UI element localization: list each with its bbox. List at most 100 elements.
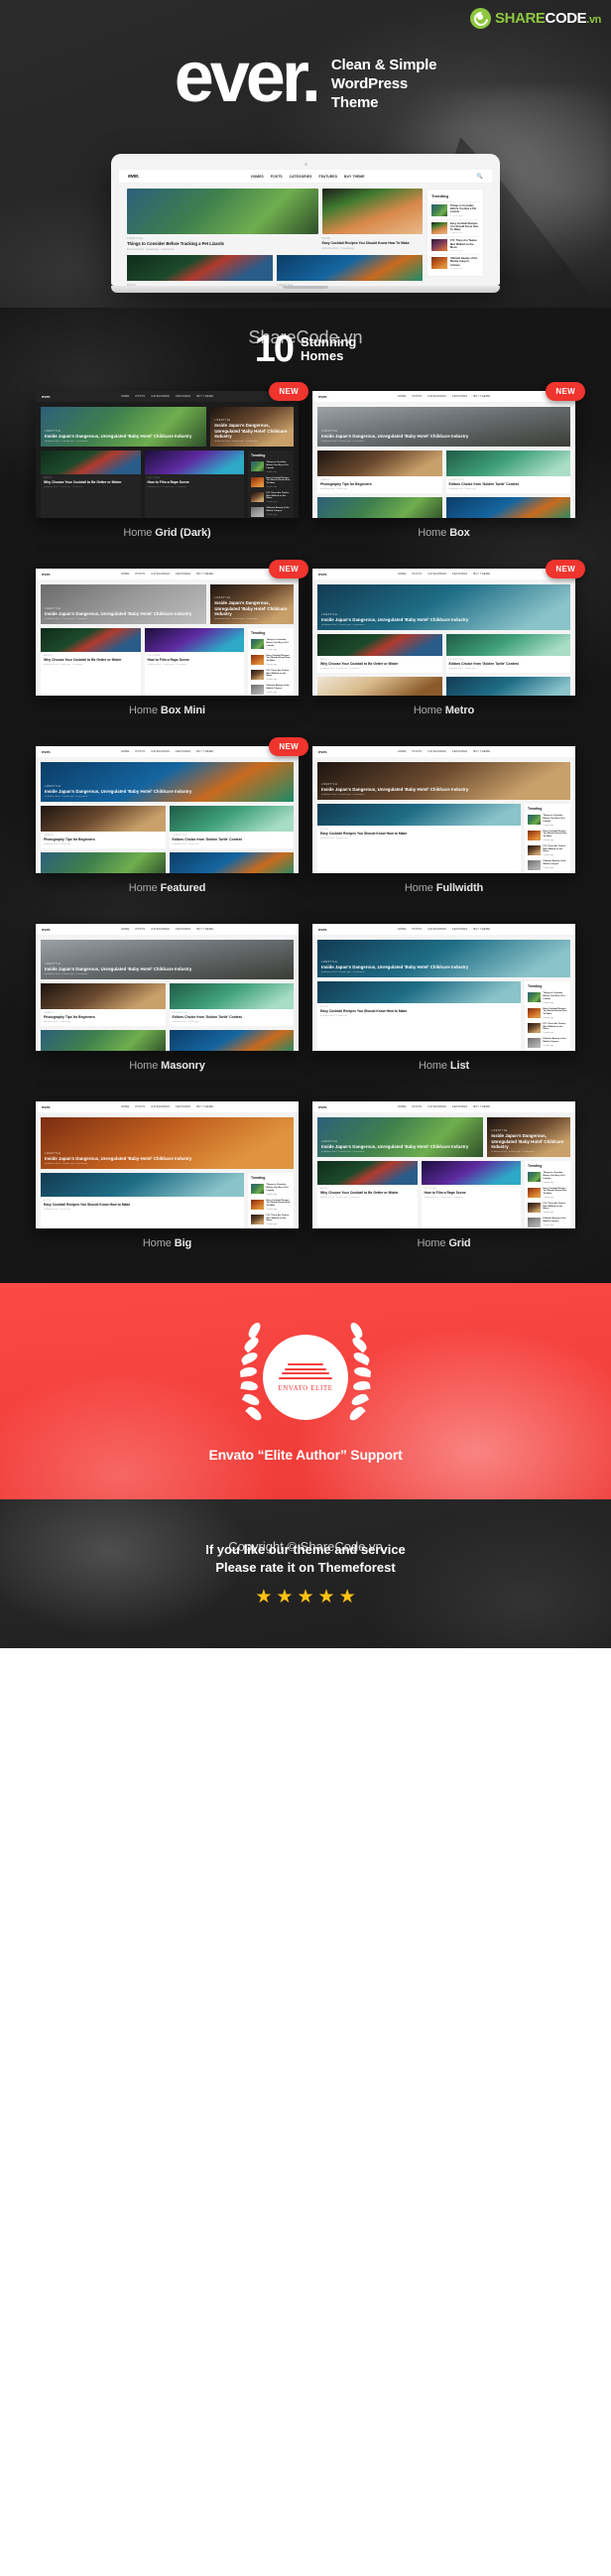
demo-hero-post[interactable]: LIFESTYLE Inside Japan's Dangerous, Unreg…	[317, 1117, 484, 1158]
laptop-menu-item-features[interactable]: FEATURES	[319, 175, 338, 179]
demo-menu-item[interactable]: POSTS	[412, 395, 422, 398]
demo-post-card[interactable]: SPACEEpic Aurora Borealis Images from NA…	[169, 1030, 294, 1052]
demo-hero-title[interactable]: Inside Japan's Dangerous, Unregulated 'B…	[321, 1144, 477, 1149]
demo-menu-item[interactable]: HOME	[398, 395, 407, 398]
demo-menu-item[interactable]: CATEGORIES	[151, 395, 170, 398]
demo-hero-title[interactable]: Inside Japan's Dangerous, Unregulated 'B…	[45, 434, 200, 439]
demo-menu-item[interactable]: FEATURES	[176, 928, 190, 931]
list-item[interactable]: Things to Consider Before You Buy a Pet …	[251, 1182, 291, 1197]
demo-hero-title[interactable]: Inside Japan's Dangerous, Unregulated 'B…	[45, 966, 288, 971]
demo-preview-frame[interactable]: ever. HOME POSTS CATEGORIES FEATURES BUY THEM…	[36, 391, 299, 519]
demo-site-logo[interactable]: ever.	[318, 1104, 327, 1109]
demo-preview-frame[interactable]: ever. HOME POSTS CATEGORIES FEATURES BUY THEM…	[36, 924, 299, 1052]
demo-site-logo[interactable]: ever.	[318, 927, 327, 932]
demo-menu-item[interactable]: BUY THEME	[196, 395, 213, 398]
demo-menu-item[interactable]: CATEGORIES	[428, 573, 446, 576]
demo-menu-item[interactable]: HOME	[121, 750, 130, 753]
laptop-featured-title[interactable]: Things to Consider Before Tracking a Pet…	[127, 241, 318, 247]
demo-post-card[interactable]: FOODEasy Cocktail Recipes You Should Kno…	[317, 981, 521, 1052]
demo-menu-item[interactable]: FEATURES	[176, 750, 190, 753]
demo-post-card[interactable]: TRAVELUltimate Beauty of the Marble Cany…	[317, 497, 442, 519]
demo-post-card[interactable]: CULTURE How to Film a Rape Scene by Andrew…	[144, 451, 244, 519]
list-item[interactable]: Things to Consider Before You Buy a Pet …	[251, 459, 291, 474]
demo-hero-post[interactable]: LIFESTYLE Inside Japan's Dangerous, Unreg…	[317, 584, 570, 631]
demo-menu-item[interactable]: POSTS	[412, 928, 422, 931]
demo-post-card[interactable]: SPACEEpic Aurora Borealis Images from NA…	[169, 852, 294, 874]
demo-menu-item[interactable]: POSTS	[135, 573, 145, 576]
list-item[interactable]: FYI: There Are Twelve Men Walked on the …	[251, 668, 291, 683]
demo-post-card[interactable]: TRAVEL Photography Tips for Beginners by A…	[41, 983, 166, 1027]
demo-hero-post[interactable]: LIFESTYLE Inside Japan's Dangerous, Unreg…	[41, 762, 294, 803]
demo-cell-grid-dark[interactable]: NEW ever. HOME POSTS CATEGORIES FEATURES BUY T…	[36, 382, 308, 539]
demo-menu-item[interactable]: BUY THEME	[196, 750, 213, 753]
demo-menu-item[interactable]: POSTS	[135, 928, 145, 931]
demo-cell-fullwidth[interactable]: ever. HOME POSTS CATEGORIES FEATURES BUY THEM…	[312, 746, 575, 894]
list-item[interactable]: Ultimate Beauty of the Marble Canyon3 we…	[528, 858, 567, 872]
list-item[interactable]: Things to Consider Before You Buy a Pet …	[431, 201, 479, 219]
list-item[interactable]: Ultimate Beauty of the Marble Canyon3 we…	[528, 1036, 567, 1050]
demo-cell-featured[interactable]: NEW ever. HOME POSTS CATEGORIES FEATURES BUY T…	[36, 737, 308, 894]
demo-menu-item[interactable]: POSTS	[135, 750, 145, 753]
list-item[interactable]: Easy Cocktail Recipes You Should Know Ho…	[251, 653, 291, 668]
demo-site-logo[interactable]: ever.	[318, 749, 327, 754]
demo-menu-item[interactable]: CATEGORIES	[151, 573, 170, 576]
star-icon[interactable]: ★	[255, 1588, 272, 1607]
list-item[interactable]: Easy Cocktail Recipes You Should Know Ho…	[528, 829, 567, 843]
demo-menu-item[interactable]: FEATURES	[452, 573, 467, 576]
demo-hero-title[interactable]: Inside Japan's Dangerous, Unregulated 'B…	[321, 434, 564, 439]
demo-preview-frame[interactable]: ever. HOME POSTS CATEGORIES FEATURES BUY THEM…	[36, 569, 299, 697]
demo-hero-title[interactable]: Inside Japan's Dangerous, Unregulated 'B…	[321, 787, 564, 792]
demo-post-title[interactable]: Why Choose Your Cocktail to Be Getter or…	[44, 480, 138, 484]
demo-post-title[interactable]: Easy Cocktail Recipes You Should Know Ho…	[320, 832, 518, 836]
list-item[interactable]: Things to Consider Before You Buy a Pet …	[528, 813, 567, 828]
list-item[interactable]: Things to Consider Before You Buy a Pet …	[251, 637, 291, 652]
demo-site-logo[interactable]: ever.	[42, 394, 51, 399]
demo-menu-item[interactable]: FEATURES	[452, 1105, 467, 1108]
demo-post-title[interactable]: How to Film a Rape Scene	[425, 1191, 519, 1195]
demo-menu-item[interactable]: BUY THEME	[196, 573, 213, 576]
demo-menu-item[interactable]: CATEGORIES	[428, 750, 446, 753]
demo-post-title[interactable]: How to Film a Rape Scene	[148, 480, 242, 484]
demo-post-title[interactable]: Why Choose Your Cocktail to Be Getter or…	[320, 662, 439, 666]
laptop-card-photography[interactable]: MUSIC Photography Tips for Beginners by …	[127, 255, 273, 286]
star-icon[interactable]: ★	[339, 1588, 356, 1607]
demo-site-logo[interactable]: ever.	[42, 1104, 51, 1109]
demo-post-card[interactable]: SPACEEpic Aurora Borealis Images from NA…	[445, 497, 570, 519]
demo-cell-list[interactable]: ever. HOME POSTS CATEGORIES FEATURES BUY THEM…	[312, 924, 575, 1072]
list-item[interactable]: Ultimate Beauty of the Marble Canyon3 we…	[528, 1216, 567, 1228]
demo-cell-big[interactable]: ever. HOME POSTS CATEGORIES FEATURES BUY THEM…	[36, 1101, 299, 1249]
demo-hero-title[interactable]: Inside Japan's Dangerous, Unregulated 'B…	[45, 1156, 288, 1161]
list-item[interactable]: Ultimate Beauty of the Marble Canyon3 we…	[251, 683, 291, 696]
demo-preview-frame[interactable]: ever. HOME POSTS CATEGORIES FEATURES BUY THEM…	[312, 746, 575, 874]
demo-post-card[interactable]: TRAVELUltimate Beauty of the Marble Cany…	[41, 852, 166, 874]
demo-post-title[interactable]: Editors Choice from 'Golden Turtle' Cont…	[173, 1015, 292, 1019]
demo-site-logo[interactable]: ever.	[42, 572, 51, 577]
demo-post-title[interactable]: Photography Tips for Beginners	[44, 1015, 163, 1019]
demo-hero-post[interactable]: LIFESTYLE Inside Japan's Dangerous, Unreg…	[41, 1117, 294, 1170]
demo-hero-post[interactable]: LIFESTYLE Inside Japan's Dangerous, Unreg…	[317, 762, 570, 801]
demo-post-card[interactable]: LIFESTYLE Editors Choice from 'Golden Tur…	[445, 634, 570, 674]
demo-menu-item[interactable]: FEATURES	[452, 750, 467, 753]
list-item[interactable]: FYI: There Are Twelve Men Walked on the …	[251, 1213, 291, 1227]
demo-hero-post[interactable]: LIFESTYLE Inside Japan's Dangerous, Unreg…	[41, 584, 207, 625]
demo-post-card[interactable]: FOODEasy Cocktail Recipes You Should Kno…	[41, 1173, 244, 1229]
laptop-menu-item-categories[interactable]: CATEGORIES	[290, 175, 312, 179]
demo-menu-item[interactable]: CATEGORIES	[428, 1105, 446, 1108]
demo-menu-item[interactable]: BUY THEME	[196, 1105, 213, 1108]
demo-hero-post[interactable]: LIFESTYLE Inside Japan's Dangerous, Unreg…	[210, 407, 294, 448]
list-item[interactable]: Easy Cocktail Recipes You Should Know Ho…	[251, 475, 291, 490]
demo-post-title[interactable]: Photography Tips for Beginners	[44, 837, 163, 841]
list-item[interactable]: Easy Cocktail Recipes You Should Know Ho…	[528, 1006, 567, 1021]
list-item[interactable]: FYI: There Are Twelve Men Walked on the …	[528, 1021, 567, 1036]
demo-menu-item[interactable]: CATEGORIES	[151, 928, 170, 931]
demo-preview-frame[interactable]: ever. HOME POSTS CATEGORIES FEATURES BUY THEM…	[312, 924, 575, 1052]
demo-post-card[interactable]: MUSIC Why Choose Your Cocktail to Be Gett…	[41, 628, 141, 697]
demo-post-card[interactable]: TRAVEL Photography Tips for Beginners by A…	[317, 451, 442, 494]
list-item[interactable]: Easy Cocktail Recipes You Should Know Ho…	[251, 1198, 291, 1213]
demo-post-card[interactable]: CULTURE How to Film a Rape Scene by Andrew…	[421, 1161, 521, 1229]
list-item[interactable]: FYI: There Are Twelve Men Walked on the …	[528, 843, 567, 858]
demo-post-card[interactable]: FOODCan't Imagine a Week Without Coffeeb…	[317, 677, 442, 697]
demo-menu-item[interactable]: HOME	[398, 573, 407, 576]
demo-menu-item[interactable]: FEATURES	[176, 573, 190, 576]
demo-post-title[interactable]: Why Choose Your Cocktail to Be Getter or…	[44, 658, 138, 662]
